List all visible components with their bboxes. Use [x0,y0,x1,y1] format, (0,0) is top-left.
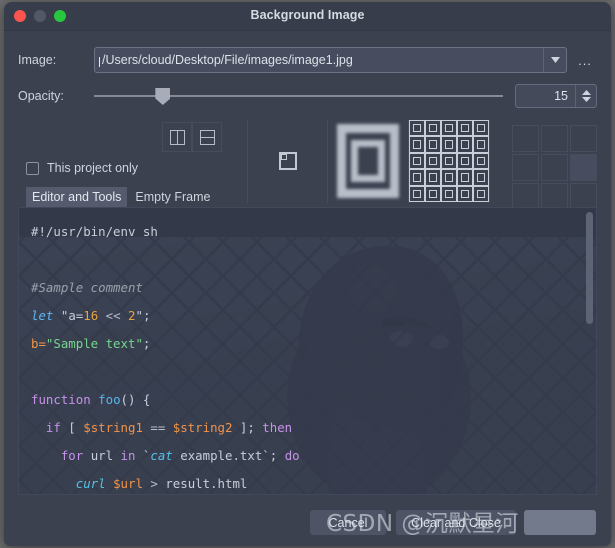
image-path-value: /Users/cloud/Desktop/File/images/image1.… [102,53,353,67]
code-token: let [31,308,54,323]
code-token: url [83,448,121,463]
code-line: if [ $string1 == $string2 ]; then [31,414,596,442]
code-content: #!/usr/bin/env sh #Sample comment let "a=… [19,208,596,494]
opacity-spinbox[interactable]: 15 [515,84,597,108]
this-project-only-checkbox[interactable] [26,161,39,175]
code-token: #!/usr/bin/env sh [31,224,158,239]
anchor-cell-top-center[interactable] [541,125,568,152]
anchor-cell-middle-left[interactable] [512,154,539,181]
code-token: == [142,420,173,435]
opacity-label: Opacity: [18,89,64,103]
code-line: for url in `cat example.txt`; do [31,442,596,470]
code-line: #Sample comment [31,274,596,302]
this-project-only-checkbox-row[interactable]: This project only [26,161,138,175]
code-token: ; [142,336,151,351]
code-token: ` [135,448,151,463]
code-token: "a= [60,308,84,323]
code-line: function foo() { [31,386,596,414]
code-token: () { [120,392,151,407]
code-token: function [31,392,91,407]
image-path-combobox[interactable]: /Users/cloud/Desktop/File/images/image1.… [94,47,567,73]
code-token: "; [135,308,151,323]
options-area: This project only Editor and Tools Empty… [4,117,611,210]
image-path-input[interactable]: /Users/cloud/Desktop/File/images/image1.… [95,53,543,67]
code-token: in [120,448,136,463]
code-token: then [262,420,293,435]
code-token: "Sample text" [45,336,143,351]
stepper-arrows-icon[interactable] [575,85,596,107]
code-token: cat [150,448,173,463]
anchor-cell-bottom-right[interactable] [570,183,597,210]
opacity-slider[interactable] [94,85,503,107]
original-size-icon [278,152,297,170]
browse-file-button[interactable]: ... [573,53,597,68]
scope-tabs: Editor and Tools Empty Frame [26,187,216,207]
code-line: let "a=16 << 2"; [31,302,596,330]
cancel-button[interactable]: Cancel [310,510,386,535]
fill-mode-original[interactable] [247,119,328,203]
code-line: #!/usr/bin/env sh [31,218,596,246]
fill-mode-scaled[interactable] [328,119,409,203]
tab-empty-frame[interactable]: Empty Frame [129,187,216,207]
code-token: $string1 [83,420,143,435]
title-bar: Background Image [4,2,611,31]
view-layout-buttons [162,122,222,152]
code-token: #Sample comment [31,280,143,295]
tab-editor-and-tools[interactable]: Editor and Tools [26,187,128,207]
ok-button[interactable] [524,510,596,535]
code-token: do [284,448,300,463]
slider-handle[interactable] [155,88,171,105]
scaled-blurred-icon [337,124,399,198]
this-project-only-label: This project only [47,161,139,175]
clear-and-close-button[interactable]: Clear and Close [396,510,516,535]
code-token: 16 [83,308,99,323]
code-token: curl [75,476,106,491]
chevron-down-icon[interactable] [543,48,566,72]
tiled-icon [409,120,489,202]
code-token: for [60,448,84,463]
code-token: b= [31,336,46,351]
editor-scrollbar-thumb[interactable] [586,212,593,324]
code-token: example.txt`; [172,448,285,463]
anchor-cell-bottom-left[interactable] [512,183,539,210]
dialog-title: Background Image [250,8,365,22]
fill-mode-tiled[interactable] [409,119,490,203]
code-preview-editor[interactable]: #!/usr/bin/env sh #Sample comment let "a=… [18,207,597,495]
image-label: Image: [18,53,57,67]
text-caret [99,57,100,67]
anchor-cell-middle-center[interactable] [541,154,568,181]
code-token: > [142,476,166,491]
code-line: curl $url > result.html [31,470,596,494]
anchor-cell-bottom-center[interactable] [541,183,568,210]
anchor-cell-middle-right[interactable] [570,154,597,181]
code-token: $url [113,476,143,491]
code-token: << [98,308,129,323]
image-path-row: Image: /Users/cloud/Desktop/File/images/… [4,43,611,77]
code-token: if [45,420,61,435]
dialog-footer: Cancel Clear and Close CSDN @沉默星河 [4,500,611,546]
editor-scrollbar[interactable] [586,212,593,492]
fill-mode-previews [247,119,490,203]
code-token: ]; [232,420,263,435]
code-token: [ [60,420,84,435]
anchor-cell-top-left[interactable] [512,125,539,152]
background-image-dialog: Background Image Image: /Users/cloud/Des… [4,2,611,546]
split-horizontal-icon[interactable] [192,122,222,152]
opacity-row: Opacity: 15 [4,81,611,111]
code-token: foo [98,392,121,407]
anchor-cell-top-right[interactable] [570,125,597,152]
code-token: result.html [165,476,248,491]
opacity-value: 15 [554,89,568,103]
code-line: b="Sample text"; [31,330,596,358]
anchor-position-grid[interactable] [512,125,597,210]
code-token: $string2 [172,420,233,435]
split-vertical-icon[interactable] [162,122,192,152]
